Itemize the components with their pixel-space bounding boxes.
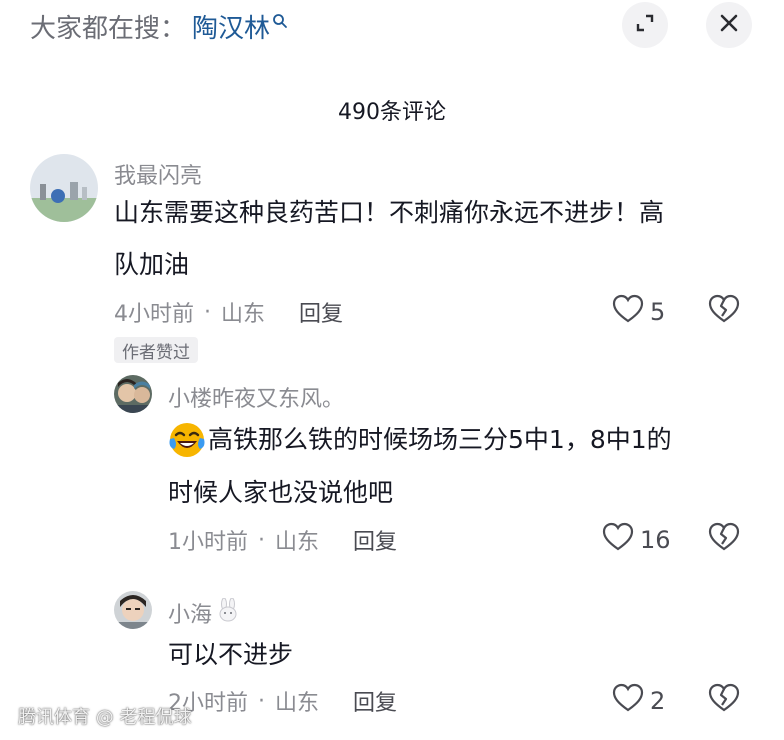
dislike-button[interactable]	[708, 683, 740, 717]
reply-text-continued: 时候人家也没说他吧	[168, 478, 394, 507]
search-suggestion-bar[interactable]: 大家都在搜： 陶汉林	[30, 6, 288, 46]
reply-location: 山东	[275, 691, 320, 716]
avatar[interactable]	[114, 591, 152, 629]
meta-separator: ·	[258, 688, 265, 714]
close-button[interactable]	[706, 2, 752, 48]
close-icon	[720, 14, 738, 36]
comment-text: 山东需要这种良药苦口！不刺痛你永远不进步！高	[114, 198, 665, 227]
heart-icon	[612, 683, 644, 719]
meta-separator: ·	[258, 527, 265, 553]
reply-button[interactable]: 回复	[299, 296, 343, 328]
reply-username[interactable]: 小楼昨夜又东风。	[168, 381, 344, 413]
avatar[interactable]	[114, 375, 152, 413]
search-suggestion-link[interactable]: 陶汉林	[192, 8, 270, 45]
comment-location: 山东	[221, 302, 266, 327]
reply-meta: 1小时前 · 山东 回复	[168, 524, 397, 556]
like-count: 16	[640, 526, 671, 554]
comment-text-continued: 队加油	[114, 250, 190, 279]
broken-heart-icon	[708, 522, 740, 556]
comment-time: 4小时前	[114, 302, 194, 327]
like-count: 5	[650, 298, 666, 326]
avatar[interactable]	[30, 154, 98, 222]
reply-meta: 2小时前 · 山东 回复	[168, 685, 397, 717]
search-prefix-label: 大家都在搜：	[30, 13, 187, 44]
reply-text-row: 高铁那么铁的时候场场三分5中1，8中1的	[168, 413, 672, 467]
reply-button[interactable]: 回复	[353, 524, 397, 556]
comment-count-title: 490条评论	[338, 100, 446, 125]
expand-icon	[635, 13, 655, 37]
heart-icon	[602, 522, 634, 558]
reply-username-row[interactable]: 小海	[168, 597, 240, 629]
author-liked-badge: 作者赞过	[114, 337, 198, 363]
reply-time: 1小时前	[168, 530, 248, 555]
dislike-button[interactable]	[708, 294, 740, 328]
reply-button[interactable]: 回复	[353, 685, 397, 717]
like-button[interactable]: 2	[612, 683, 665, 719]
meta-separator: ·	[204, 299, 211, 325]
like-count: 2	[650, 687, 666, 715]
reply-location: 山东	[275, 530, 320, 555]
dislike-button[interactable]	[708, 522, 740, 556]
like-button[interactable]: 16	[602, 522, 671, 558]
laughing-crying-emoji-icon	[168, 421, 206, 459]
rabbit-emoji-icon	[216, 597, 240, 628]
search-icon	[272, 6, 288, 36]
heart-icon	[612, 294, 644, 330]
like-button[interactable]: 5	[612, 294, 665, 330]
expand-button[interactable]	[622, 2, 668, 48]
broken-heart-icon	[708, 294, 740, 328]
watermark: 腾讯体育 @ 老程侃球	[18, 707, 192, 728]
broken-heart-icon	[708, 683, 740, 717]
reply-username: 小海	[168, 603, 213, 628]
comment-meta: 4小时前 · 山东 回复	[114, 296, 343, 328]
reply-text: 高铁那么铁的时候场场三分5中1，8中1的	[208, 425, 672, 454]
reply-text: 可以不进步	[168, 640, 294, 669]
